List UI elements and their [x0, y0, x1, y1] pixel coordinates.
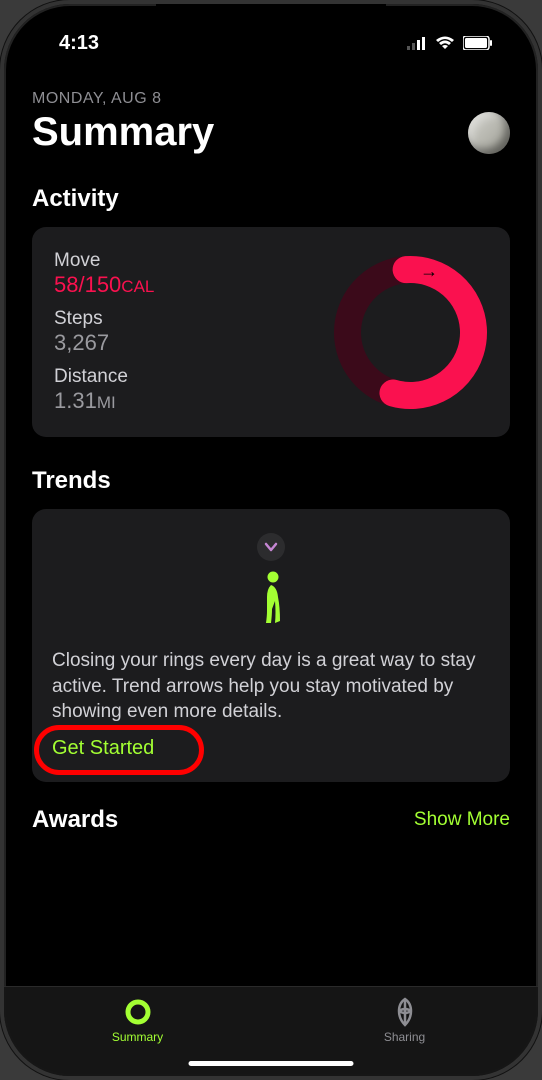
profile-avatar[interactable] [468, 112, 510, 154]
tab-summary[interactable]: Summary [78, 997, 198, 1044]
wifi-icon [435, 36, 455, 50]
distance-value: 1.31MI [54, 388, 154, 414]
awards-title: Awards [32, 806, 118, 834]
header-row: Summary [32, 110, 510, 155]
activity-title: Activity [32, 185, 510, 213]
steps-label: Steps [54, 308, 154, 330]
trends-section: Trends Closing your rings every day is a… [32, 467, 510, 782]
awards-section: Awards Show More [32, 806, 510, 834]
sharing-icon [393, 997, 417, 1027]
activity-card[interactable]: Move 58/150CAL Steps 3,267 Distance 1.31… [32, 227, 510, 437]
trends-card[interactable]: Closing your rings every day is a great … [32, 509, 510, 782]
distance-label: Distance [54, 366, 154, 388]
steps-value: 3,267 [54, 330, 154, 356]
date-label: MONDAY, AUG 8 [32, 90, 510, 108]
status-icons [407, 36, 493, 50]
status-time: 4:13 [59, 32, 99, 55]
walker-icon [256, 571, 286, 634]
home-indicator[interactable] [189, 1061, 354, 1066]
move-label: Move [54, 250, 154, 272]
activity-ring: → [333, 255, 488, 410]
move-value: 58/150CAL [54, 272, 154, 298]
distance-stat: Distance 1.31MI [54, 366, 154, 414]
phone-frame: 4:13 MONDAY, AUG 8 Summary Activity Move… [0, 0, 542, 1080]
battery-icon [463, 36, 493, 50]
chevron-down-icon [257, 533, 285, 561]
notch [156, 4, 386, 36]
steps-stat: Steps 3,267 [54, 308, 154, 356]
ring-arrow-icon: → [420, 261, 438, 282]
get-started-button[interactable]: Get Started [52, 737, 154, 760]
cellular-icon [407, 36, 427, 50]
trends-body: Closing your rings every day is a great … [52, 648, 490, 725]
move-stat: Move 58/150CAL [54, 250, 154, 298]
content-scroll[interactable]: MONDAY, AUG 8 Summary Activity Move 58/1… [4, 64, 538, 986]
tab-summary-label: Summary [112, 1030, 163, 1044]
page-title: Summary [32, 110, 214, 155]
tab-sharing[interactable]: Sharing [345, 997, 465, 1044]
activity-section: Activity Move 58/150CAL Steps 3,267 Dist… [32, 185, 510, 437]
show-more-button[interactable]: Show More [414, 809, 510, 831]
trends-title: Trends [32, 467, 510, 495]
activity-stats: Move 58/150CAL Steps 3,267 Distance 1.31… [54, 250, 154, 414]
summary-ring-icon [123, 997, 153, 1027]
tab-sharing-label: Sharing [384, 1030, 425, 1044]
